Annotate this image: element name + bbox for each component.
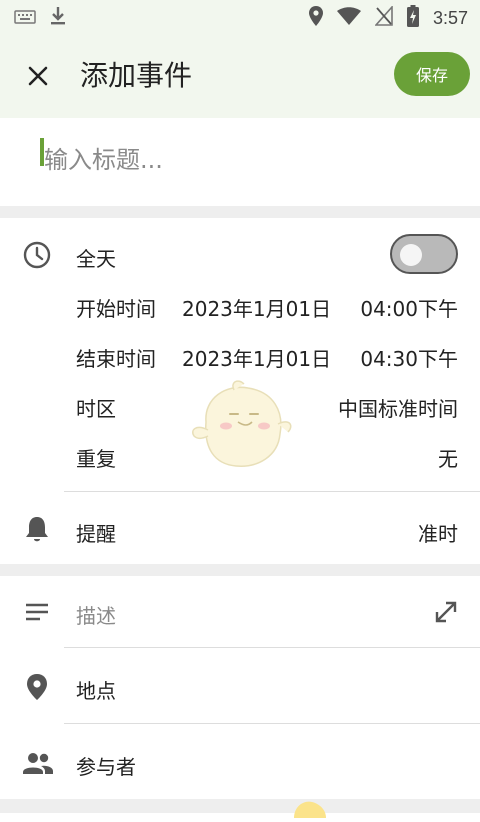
- clock-icon: [22, 240, 54, 272]
- timezone-value[interactable]: 中国标准时间: [338, 393, 458, 422]
- status-bar: 3:57: [0, 0, 480, 32]
- download-icon: [50, 6, 66, 30]
- location-pin-icon: [22, 672, 54, 704]
- all-day-label: 全天: [76, 247, 116, 271]
- all-day-toggle[interactable]: [390, 234, 458, 274]
- save-button[interactable]: 保存: [394, 52, 470, 96]
- section-separator: [0, 564, 480, 576]
- location-icon: [308, 6, 323, 30]
- expand-button[interactable]: [432, 598, 460, 626]
- battery-charging-icon: [406, 5, 419, 31]
- start-time[interactable]: 04:00下午: [360, 293, 458, 322]
- expand-icon: [435, 601, 457, 623]
- location-field[interactable]: 地点: [76, 675, 116, 704]
- end-time[interactable]: 04:30下午: [360, 343, 458, 372]
- text-cursor-handle: [40, 138, 44, 166]
- title-input[interactable]: [44, 140, 424, 180]
- repeat-value[interactable]: 无: [438, 443, 458, 472]
- attendees-field[interactable]: 参与者: [76, 751, 136, 780]
- mascot-watermark: [186, 378, 296, 474]
- toggle-knob: [400, 244, 422, 266]
- end-time-label: 结束时间: [76, 347, 156, 371]
- people-icon: [22, 748, 54, 780]
- mascot-peek: [290, 798, 330, 818]
- clock-time: 3:57: [432, 7, 468, 28]
- divider: [64, 491, 480, 492]
- title-input-row: [0, 118, 480, 206]
- section-separator: [0, 799, 480, 813]
- end-date[interactable]: 2023年1月01日: [182, 343, 331, 372]
- section-separator: [0, 206, 480, 218]
- no-sim-icon: [374, 4, 393, 30]
- app-header: 添加事件 保存: [0, 32, 480, 118]
- close-button[interactable]: [22, 60, 54, 92]
- keyboard-icon: [14, 9, 36, 28]
- start-date[interactable]: 2023年1月01日: [182, 293, 331, 322]
- page-title: 添加事件: [80, 59, 193, 92]
- timezone-label: 时区: [76, 397, 116, 421]
- description-field[interactable]: 描述: [76, 600, 116, 629]
- start-time-label: 开始时间: [76, 297, 156, 321]
- repeat-label: 重复: [76, 447, 116, 471]
- divider: [64, 723, 480, 724]
- wifi-icon: [336, 7, 361, 29]
- bell-icon: [22, 514, 54, 546]
- divider: [64, 647, 480, 648]
- close-icon: [28, 66, 48, 86]
- reminder-value[interactable]: 准时: [418, 518, 458, 547]
- notes-icon: [22, 597, 54, 629]
- reminder-label: 提醒: [76, 522, 116, 546]
